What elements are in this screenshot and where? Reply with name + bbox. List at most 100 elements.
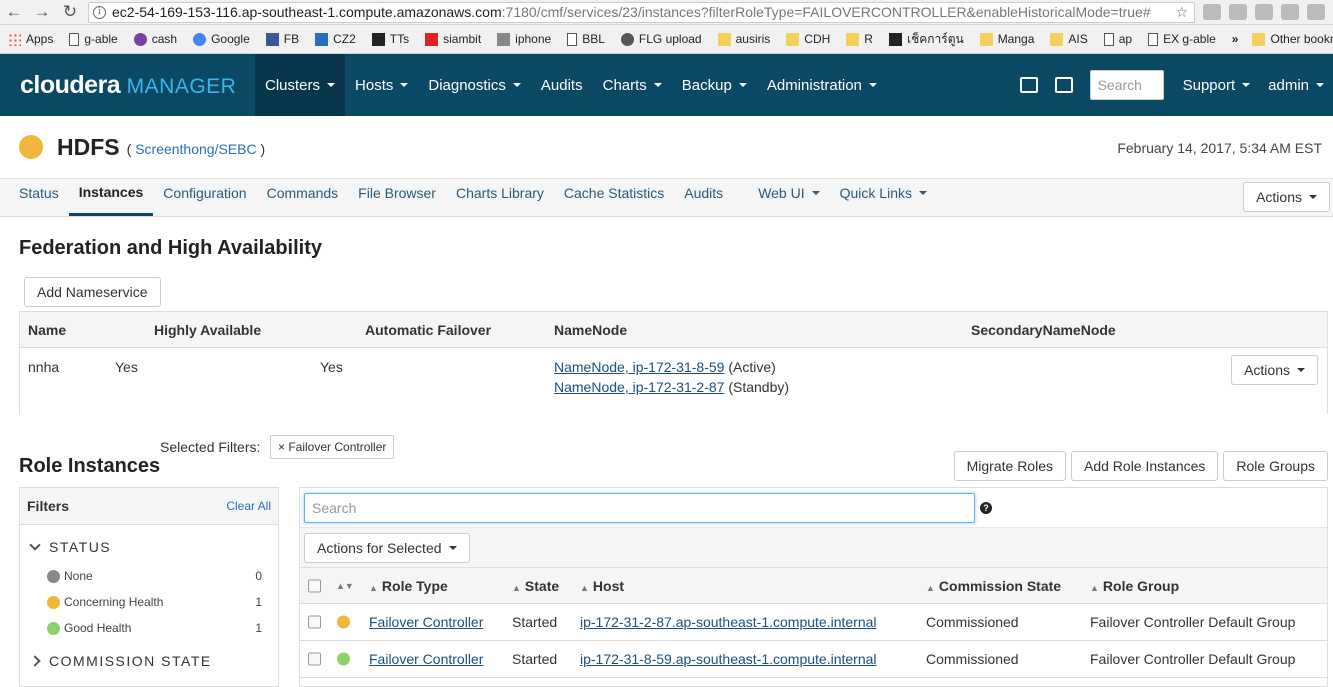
caret-down-icon (811, 191, 820, 195)
bookmark-item[interactable]: iphone (497, 32, 551, 46)
other-bookmarks[interactable]: Other bookmarks (1252, 32, 1333, 46)
col-host[interactable]: ▲ Host (580, 578, 624, 594)
tab-status[interactable]: Status (0, 178, 69, 216)
role-type-link[interactable]: Failover Controller (369, 651, 483, 667)
tab-quick-links[interactable]: Quick Links (830, 178, 937, 216)
nav-administration[interactable]: Administration (757, 54, 887, 116)
role-type-link[interactable]: Failover Controller (369, 614, 483, 630)
host-link[interactable]: ip-172-31-8-59.ap-southeast-1.compute.in… (580, 651, 877, 667)
host-link[interactable]: ip-172-31-2-87.ap-southeast-1.compute.in… (580, 614, 877, 630)
caret-down-icon (512, 83, 521, 87)
nav-audits[interactable]: Audits (531, 54, 593, 116)
bookmark-item[interactable]: EX g-able (1148, 32, 1216, 46)
filter-item-concerning-health[interactable]: Concerning Health 1 (20, 589, 278, 615)
bookmark-item[interactable]: cash (133, 32, 177, 46)
bookmark-item[interactable]: g-able (69, 32, 118, 46)
sort-icon[interactable]: ▲▼ (336, 581, 354, 591)
row-checkbox[interactable] (308, 615, 321, 629)
extension-icon[interactable] (1229, 4, 1247, 20)
global-search-input[interactable]: Search (1089, 70, 1164, 100)
namenode-state: (Standby) (728, 379, 790, 395)
tab-file-browser[interactable]: File Browser (348, 178, 446, 216)
tab-configuration[interactable]: Configuration (153, 178, 256, 216)
bookmarks-overflow[interactable]: » (1232, 32, 1239, 46)
col-role-group[interactable]: ▲ Role Group (1090, 578, 1179, 594)
clear-all-link[interactable]: Clear All (226, 499, 271, 513)
filter-item-none[interactable]: None 0 (20, 563, 278, 589)
bookmark-item[interactable]: Google (193, 32, 250, 46)
bookmarks-bar: Apps g-able cash Google FB CZ2 TTs siamb… (0, 25, 1333, 54)
bookmark-item[interactable]: CZ2 (315, 32, 356, 46)
extension-icon[interactable] (1307, 4, 1325, 20)
role-group: Failover Controller Default Group (1090, 614, 1296, 630)
running-commands-icon[interactable] (1054, 77, 1073, 93)
reload-icon[interactable]: ↻ (56, 2, 84, 22)
instances-search-input[interactable]: Search (304, 493, 975, 523)
namenode-entry: NameNode, ip-172-31-8-59 (Active) (554, 359, 776, 375)
filter-chip-failover-controller[interactable]: × Failover Controller (270, 435, 395, 459)
star-icon[interactable]: ☆ (1169, 4, 1194, 21)
bookmark-item[interactable]: siambit (425, 32, 481, 46)
migrate-roles-button[interactable]: Migrate Roles (953, 451, 1066, 481)
add-role-instances-button[interactable]: Add Role Instances (1071, 451, 1219, 481)
bookmark-item[interactable]: TTs (371, 32, 409, 46)
namenode-standby-link[interactable]: NameNode, ip-172-31-2-87 (554, 379, 724, 395)
role-groups-button[interactable]: Role Groups (1223, 451, 1328, 481)
bookmark-item[interactable]: BBL (567, 32, 605, 46)
nav-backup[interactable]: Backup (672, 54, 757, 116)
role-instances-grid: Search ? Actions for Selected ▲▼ ▲ Role T… (299, 487, 1328, 687)
back-icon[interactable]: ← (0, 2, 28, 22)
bookmark-item[interactable]: FB (265, 32, 299, 46)
address-bar[interactable]: i ec2-54-169-153-116.ap-southeast-1.comp… (88, 1, 1195, 23)
bookmark-item[interactable]: FLG upload (620, 32, 702, 46)
parcel-icon[interactable] (1019, 77, 1038, 93)
bookmark-item[interactable]: เช็คการ์ตูน (888, 30, 964, 49)
grid-header: ▲▼ ▲ Role Type ▲ State ▲ Host ▲ Commission S… (300, 567, 1327, 604)
nav-charts[interactable]: Charts (593, 54, 672, 116)
user-menu[interactable]: admin (1259, 77, 1333, 94)
service-actions-button[interactable]: Actions (1243, 182, 1330, 212)
info-icon[interactable]: i (93, 5, 106, 19)
actions-for-selected-button[interactable]: Actions for Selected (304, 533, 470, 563)
tab-commands[interactable]: Commands (257, 178, 349, 216)
filter-group-commission-state[interactable]: COMMISSION STATE (20, 653, 278, 669)
nav-diagnostics[interactable]: Diagnostics (418, 54, 531, 116)
page-icon (1148, 32, 1159, 46)
col-role-type[interactable]: ▲ Role Type (369, 578, 448, 594)
app-header: cloudera MANAGER Clusters Hosts Diagnost… (0, 54, 1333, 116)
cloudera-logo[interactable]: cloudera MANAGER (0, 71, 255, 100)
nav-hosts[interactable]: Hosts (345, 54, 418, 116)
bookmark-item[interactable]: ap (1103, 32, 1132, 46)
status-none-icon (47, 569, 60, 583)
extension-icon[interactable] (1255, 4, 1273, 20)
extension-icon[interactable] (1203, 4, 1221, 20)
nameservice-actions-button[interactable]: Actions (1231, 355, 1318, 385)
tab-web-ui[interactable]: Web UI (748, 178, 829, 216)
bookmark-item[interactable]: Manga (979, 32, 1034, 46)
namenode-active-link[interactable]: NameNode, ip-172-31-8-59 (554, 359, 724, 375)
forward-icon[interactable]: → (28, 2, 56, 22)
bookmark-item[interactable]: ausiris (717, 32, 770, 46)
nav-clusters[interactable]: Clusters (255, 54, 346, 116)
help-icon[interactable]: ? (980, 502, 992, 514)
add-nameservice-button[interactable]: Add Nameservice (24, 277, 161, 307)
cluster-link[interactable]: Screenthong/SEBC (135, 141, 256, 157)
extension-icon[interactable] (1281, 4, 1299, 20)
tab-audits[interactable]: Audits (674, 178, 733, 216)
bookmark-item[interactable]: AIS (1050, 32, 1088, 46)
tab-instances[interactable]: Instances (68, 178, 154, 216)
bookmark-item[interactable]: CDH (786, 32, 830, 46)
select-all-checkbox[interactable] (308, 579, 321, 592)
tab-cache-statistics[interactable]: Cache Statistics (554, 178, 674, 216)
bookmark-item[interactable]: R (846, 32, 873, 46)
tab-charts-library[interactable]: Charts Library (446, 178, 554, 216)
current-datetime[interactable]: February 14, 2017, 5:34 AM EST (1117, 140, 1322, 156)
filter-item-good-health[interactable]: Good Health 1 (20, 615, 278, 641)
filter-group-status[interactable]: STATUS (20, 539, 278, 555)
support-menu[interactable]: Support (1174, 77, 1260, 94)
row-checkbox[interactable] (308, 652, 321, 666)
bookmark-apps[interactable]: Apps (8, 32, 53, 46)
caret-down-icon (1297, 368, 1305, 372)
col-commission-state[interactable]: ▲ Commission State (926, 578, 1061, 594)
col-state[interactable]: ▲ State (512, 578, 559, 594)
